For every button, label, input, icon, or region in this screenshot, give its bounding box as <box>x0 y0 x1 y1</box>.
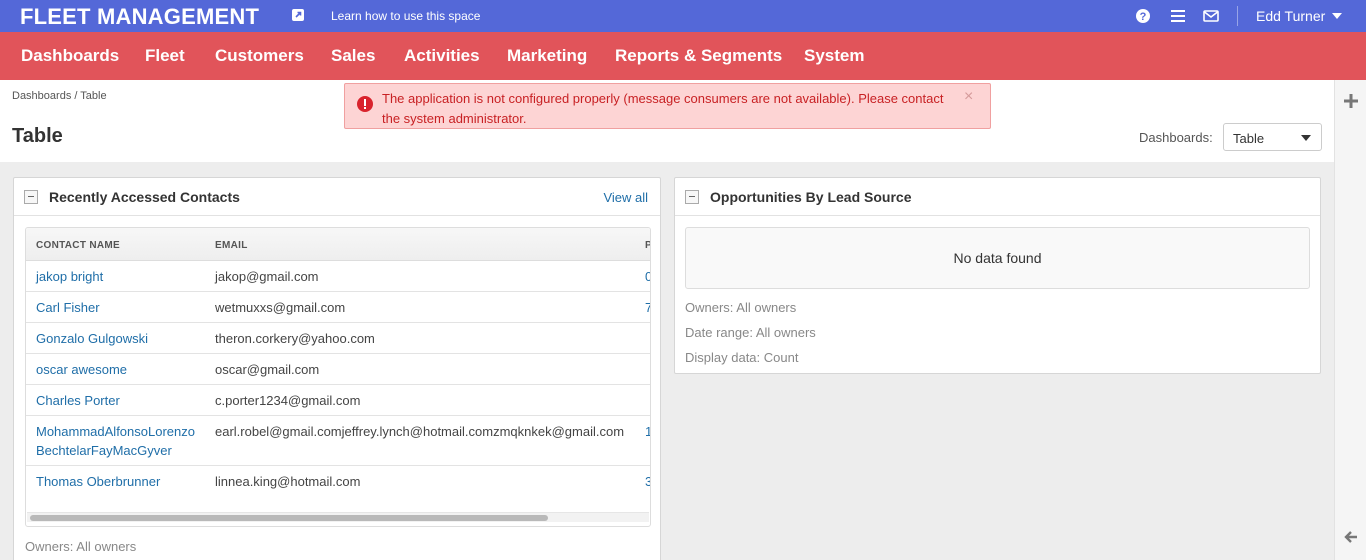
widget-title: Opportunities By Lead Source <box>710 189 912 205</box>
menu-item-marketing[interactable]: Marketing <box>507 46 587 66</box>
external-link-icon[interactable] <box>291 8 305 22</box>
help-icon[interactable]: ? <box>1135 8 1151 24</box>
right-sidebar <box>1334 80 1366 560</box>
contact-email: oscar@gmail.com <box>215 362 320 377</box>
table-row[interactable]: Gonzalo Gulgowski theron.corkery@yahoo.c… <box>26 323 650 354</box>
dashboard-select-value: Table <box>1233 131 1265 146</box>
contact-name-link[interactable]: Charles Porter <box>36 391 211 410</box>
close-icon[interactable]: × <box>964 88 973 106</box>
error-icon <box>357 96 373 112</box>
no-data-panel: No data found <box>685 227 1310 289</box>
table-row[interactable]: Thomas Oberbrunner linnea.king@hotmail.c… <box>26 466 650 497</box>
dashboards-label: Dashboards: <box>1139 130 1213 145</box>
main-menu: Dashboards Fleet Customers Sales Activit… <box>0 32 1366 80</box>
contact-phone-link[interactable]: 7 <box>645 298 650 317</box>
menu-item-fleet[interactable]: Fleet <box>145 46 185 66</box>
contact-name-link[interactable]: Thomas Oberbrunner <box>36 472 211 491</box>
collapse-icon[interactable] <box>685 190 699 204</box>
contact-email: earl.robel@gmail.comjeffrey.lynch@hotmai… <box>215 424 625 439</box>
user-menu[interactable]: Edd Turner <box>1256 8 1325 24</box>
contact-name-link[interactable]: oscar awesome <box>36 360 211 379</box>
top-bar: FLEET MANAGEMENT Learn how to use this s… <box>0 0 1366 32</box>
alert-message: The application is not configured proper… <box>382 91 944 126</box>
contact-email: linnea.king@hotmail.com <box>215 474 361 489</box>
breadcrumb[interactable]: Dashboards / Table <box>12 90 107 102</box>
table-row[interactable]: Charles Porter c.porter1234@gmail.com <box>26 385 650 416</box>
column-header-phone[interactable]: P <box>645 240 650 251</box>
menu-item-dashboards[interactable]: Dashboards <box>21 46 119 66</box>
app-brand[interactable]: FLEET MANAGEMENT <box>20 4 259 30</box>
scrollbar-thumb[interactable] <box>30 515 548 521</box>
table-row[interactable]: oscar awesome oscar@gmail.com <box>26 354 650 385</box>
widget-header: Opportunities By Lead Source <box>675 178 1320 216</box>
contact-name-link[interactable]: Gonzalo Gulgowski <box>36 329 211 348</box>
contact-email: c.porter1234@gmail.com <box>215 393 361 408</box>
page-title: Table <box>12 125 63 147</box>
plus-icon[interactable] <box>1344 94 1358 108</box>
contacts-grid: CONTACT NAME EMAIL P jakop bright jakop@… <box>25 227 651 527</box>
caret-down-icon <box>1301 135 1311 141</box>
no-data-message: No data found <box>953 250 1042 266</box>
menu-item-system[interactable]: System <box>804 46 864 66</box>
collapse-icon[interactable] <box>24 190 38 204</box>
column-header-email[interactable]: EMAIL <box>215 240 248 251</box>
table-row[interactable]: MohammadAlfonsoLorenzo BechtelarFayMacGy… <box>26 416 650 466</box>
contact-name-link[interactable]: jakop bright <box>36 267 211 286</box>
learn-link[interactable]: Learn how to use this space <box>331 9 480 23</box>
contact-phone-link[interactable]: 3 <box>645 472 650 491</box>
column-header-contact-name[interactable]: CONTACT NAME <box>36 240 120 251</box>
error-alert: The application is not configured proper… <box>344 83 991 129</box>
caret-down-icon[interactable] <box>1332 13 1342 19</box>
contact-email: theron.corkery@yahoo.com <box>215 331 375 346</box>
contact-email: wetmuxxs@gmail.com <box>215 300 346 315</box>
grid-header: CONTACT NAME EMAIL P <box>26 228 650 261</box>
arrow-left-icon[interactable] <box>1344 530 1358 544</box>
opportunities-widget: Opportunities By Lead Source No data fou… <box>674 177 1321 374</box>
owners-filter-text: Owners: All owners <box>685 300 797 315</box>
mail-icon[interactable] <box>1203 8 1219 24</box>
menu-item-reports-segments[interactable]: Reports & Segments <box>615 46 782 66</box>
topbar-divider <box>1237 6 1238 26</box>
contact-name-link[interactable]: Carl Fisher <box>36 298 211 317</box>
horizontal-scrollbar[interactable] <box>27 512 649 522</box>
list-icon[interactable] <box>1170 8 1186 24</box>
contact-phone-link[interactable]: 1 <box>645 422 650 441</box>
contact-name-link[interactable]: MohammadAlfonsoLorenzo BechtelarFayMacGy… <box>36 422 211 460</box>
dashboard-select[interactable]: Table <box>1223 123 1322 151</box>
svg-text:?: ? <box>1140 11 1147 23</box>
display-data-text: Display data: Count <box>685 350 799 365</box>
table-row[interactable]: Carl Fisher wetmuxxs@gmail.com 7 <box>26 292 650 323</box>
widget-header: Recently Accessed Contacts View all <box>14 178 660 216</box>
menu-item-customers[interactable]: Customers <box>215 46 304 66</box>
widget-title: Recently Accessed Contacts <box>49 189 240 205</box>
menu-item-activities[interactable]: Activities <box>404 46 480 66</box>
table-row[interactable]: jakop bright jakop@gmail.com 0 <box>26 261 650 292</box>
date-range-text: Date range: All owners <box>685 325 816 340</box>
contact-email: jakop@gmail.com <box>215 269 319 284</box>
owners-filter-text: Owners: All owners <box>25 539 137 554</box>
contact-phone-link[interactable]: 0 <box>645 267 650 286</box>
menu-item-sales[interactable]: Sales <box>331 46 375 66</box>
view-all-link[interactable]: View all <box>603 190 648 205</box>
recent-contacts-widget: Recently Accessed Contacts View all CONT… <box>13 177 661 560</box>
